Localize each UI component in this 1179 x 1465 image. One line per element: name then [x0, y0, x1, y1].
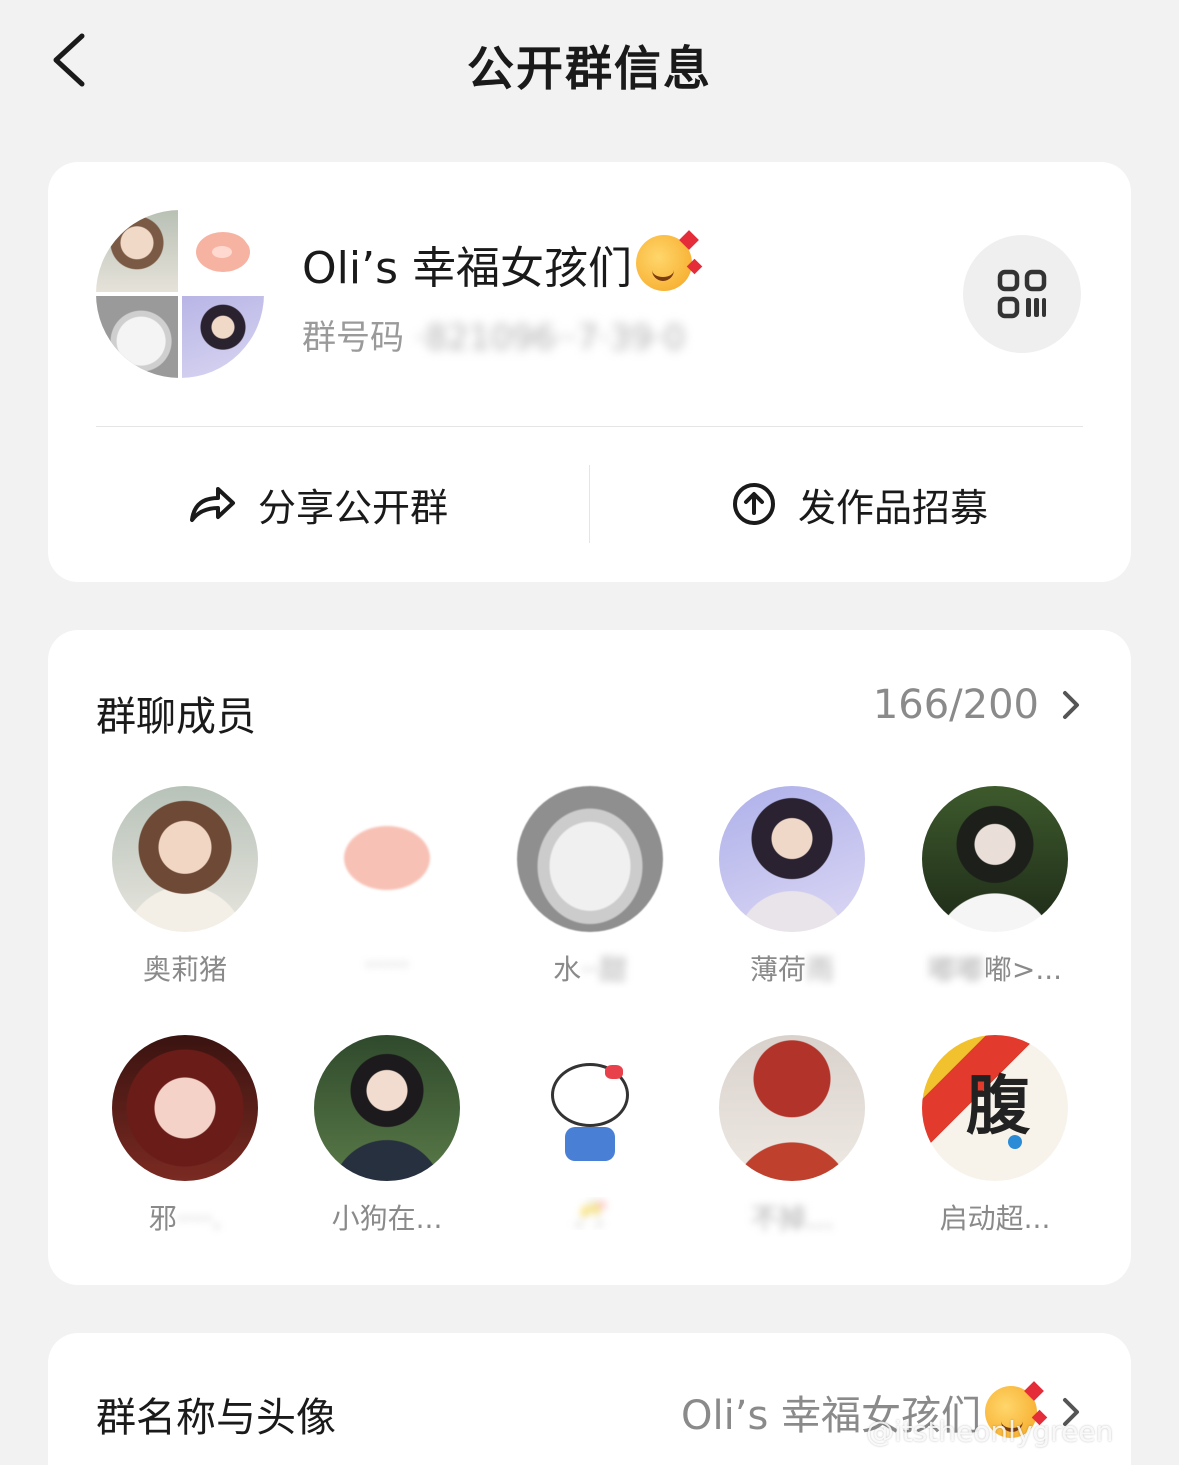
member-item[interactable]: 🥂	[495, 1035, 685, 1230]
avatar-tile-pig-sticker	[182, 210, 264, 292]
group-id-value: ·821096··7·39·0	[414, 318, 686, 358]
post-recruitment-button[interactable]: 发作品招募	[732, 462, 988, 546]
qr-code-icon	[997, 269, 1047, 319]
chevron-right-icon	[1063, 691, 1079, 719]
group-avatar[interactable]	[96, 210, 264, 378]
member-avatar	[517, 786, 663, 932]
group-info-page: 公开群信息 Oli’s 幸福女孩们 群号码 ·821096··7·39·0 分享…	[0, 0, 1179, 1465]
group-name-avatar-label: 群名称与头像	[96, 1395, 336, 1441]
member-avatar	[922, 786, 1068, 932]
avatar-tile-bunny	[96, 296, 178, 378]
group-members-card: 群聊成员 166/200 奥莉猪 ····· 水··甜 薄荷雨 嘟嘟嘟>...	[48, 630, 1131, 1285]
nav-bar: 公开群信息	[0, 0, 1179, 125]
member-name: 嘟嘟嘟>...	[927, 953, 1063, 986]
smiling-face-with-hearts-icon	[635, 230, 703, 291]
members-section-title: 群聊成员	[96, 694, 256, 740]
member-item[interactable]: ·····	[292, 786, 482, 981]
member-item[interactable]: 腹 启动超...	[900, 1035, 1090, 1237]
member-avatar	[314, 1035, 460, 1181]
member-name: 邪····.	[148, 1202, 222, 1235]
group-id: 群号码 ·821096··7·39·0	[302, 310, 685, 359]
vertical-divider	[589, 465, 590, 543]
group-name: Oli’s 幸福女孩们	[302, 230, 703, 296]
member-count-link[interactable]: 166/200	[873, 682, 1081, 728]
member-name: 奥莉猪	[142, 953, 227, 986]
watermark: @itstheonlygreen	[866, 1415, 1114, 1448]
avatar-tile-portrait	[182, 296, 264, 378]
group-name-text: Oli’s 幸福女孩们	[302, 243, 632, 294]
member-avatar	[314, 786, 460, 932]
group-id-label: 群号码	[302, 318, 404, 358]
member-avatar	[112, 1035, 258, 1181]
member-item[interactable]: 小狗在...	[292, 1035, 482, 1237]
member-avatar	[719, 786, 865, 932]
divider	[96, 426, 1083, 427]
member-name: 不掉...	[750, 1202, 834, 1235]
upload-circle-icon	[733, 483, 775, 525]
member-item[interactable]: 不掉...	[697, 1035, 887, 1237]
share-group-button[interactable]: 分享公开群	[188, 462, 448, 546]
member-count: 166/200	[872, 682, 1039, 728]
group-info-card: Oli’s 幸福女孩们 群号码 ·821096··7·39·0 分享公开群 发作…	[48, 162, 1131, 582]
member-name: 小狗在...	[331, 1202, 443, 1235]
member-avatar	[517, 1035, 663, 1181]
member-item[interactable]: 奥莉猪	[90, 786, 280, 988]
member-avatar	[719, 1035, 865, 1181]
member-name: 🥂	[572, 1197, 608, 1230]
member-item[interactable]: 薄荷雨	[697, 786, 887, 988]
member-name: ·····	[364, 948, 410, 981]
member-item[interactable]: 水··甜	[495, 786, 685, 988]
member-avatar	[112, 786, 258, 932]
page-title: 公开群信息	[467, 42, 712, 97]
avatar-tile-photo	[96, 210, 178, 292]
share-group-label: 分享公开群	[258, 485, 449, 530]
qr-code-button[interactable]	[963, 235, 1081, 353]
post-recruitment-label: 发作品招募	[798, 485, 989, 530]
member-name: 启动超...	[939, 1202, 1051, 1235]
member-name: 薄荷雨	[749, 953, 835, 986]
member-item[interactable]: 嘟嘟嘟>...	[900, 786, 1090, 988]
member-name: 水··甜	[553, 953, 627, 986]
share-arrow-icon	[190, 487, 235, 522]
member-avatar: 腹	[922, 1035, 1068, 1181]
member-item[interactable]: 邪····.	[90, 1035, 280, 1237]
